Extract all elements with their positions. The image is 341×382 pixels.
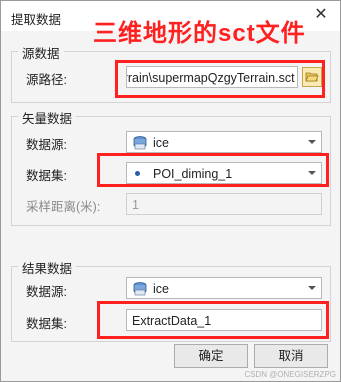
chevron-down-icon (308, 286, 316, 290)
vector-dataset-highlight (97, 153, 329, 187)
source-path-highlight (115, 60, 325, 98)
result-dataset-highlight (97, 301, 329, 339)
vector-datasource-value: ice (153, 136, 169, 150)
vector-datasource-select[interactable]: ice (126, 131, 322, 153)
datasource-icon (133, 282, 147, 296)
annotation-label: 三维地形的sct文件 (93, 20, 306, 47)
cancel-button[interactable]: 取消 (254, 344, 328, 368)
vector-dataset-label: 数据集: (26, 169, 67, 183)
watermark: CSDN @ONEGISERZPG (244, 370, 336, 379)
sample-distance-label: 采样距离(米): (26, 200, 101, 214)
result-datasource-label: 数据源: (26, 285, 67, 299)
sample-distance-input[interactable]: 1 (126, 193, 322, 215)
extract-data-dialog: 提取数据 ✕ 三维地形的sct文件 源数据 源路径: /Terrain\supe… (0, 0, 341, 382)
result-group-title: 结果数据 (18, 258, 77, 277)
datasource-icon (133, 136, 147, 150)
ok-button[interactable]: 确定 (174, 344, 248, 368)
vector-datasource-label: 数据源: (26, 138, 67, 152)
sample-distance-value: 1 (132, 198, 139, 212)
close-button[interactable]: ✕ (312, 6, 330, 24)
result-datasource-value: ice (153, 282, 169, 296)
chevron-down-icon (308, 140, 316, 144)
result-datasource-select[interactable]: ice (126, 277, 322, 299)
source-group-title: 源数据 (18, 43, 64, 62)
vector-group-title: 矢量数据 (18, 108, 77, 127)
source-path-label: 源路径: (26, 73, 67, 87)
result-dataset-label: 数据集: (26, 317, 67, 331)
dialog-title: 提取数据 (11, 13, 62, 27)
